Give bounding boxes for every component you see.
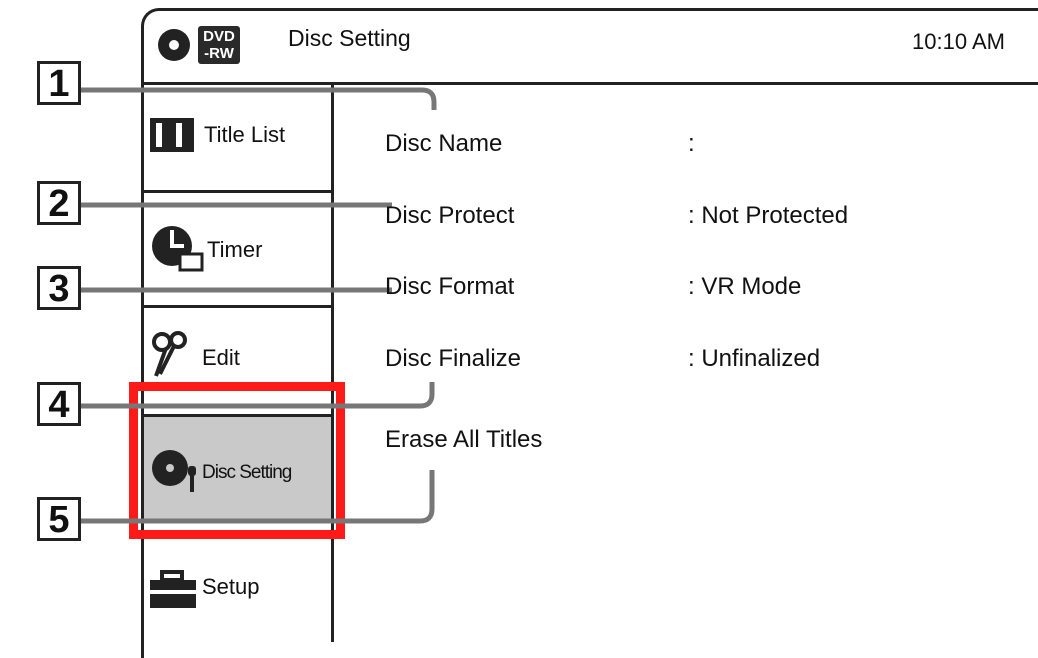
setting-erase-all-titles[interactable]: Erase All Titles — [385, 426, 542, 454]
setting-disc-protect-value: : Not Protected — [688, 202, 849, 229]
callout-3: 3 — [37, 266, 81, 310]
callout-2: 2 — [37, 181, 81, 225]
setting-disc-name-value: : — [688, 130, 695, 157]
callout-4: 4 — [37, 382, 81, 426]
setting-disc-protect[interactable]: Disc Protect — [385, 202, 514, 230]
callout-leader-lines — [80, 87, 437, 524]
callout-5: 5 — [37, 497, 81, 541]
setting-disc-name[interactable]: Disc Name — [385, 130, 502, 158]
setting-disc-format-value: : VR Mode — [688, 273, 802, 300]
setting-disc-finalize-value: : Unfinalized — [688, 345, 821, 372]
setting-disc-finalize[interactable]: Disc Finalize — [385, 345, 521, 373]
callout-1: 1 — [37, 61, 81, 105]
setting-disc-format[interactable]: Disc Format — [385, 273, 514, 301]
